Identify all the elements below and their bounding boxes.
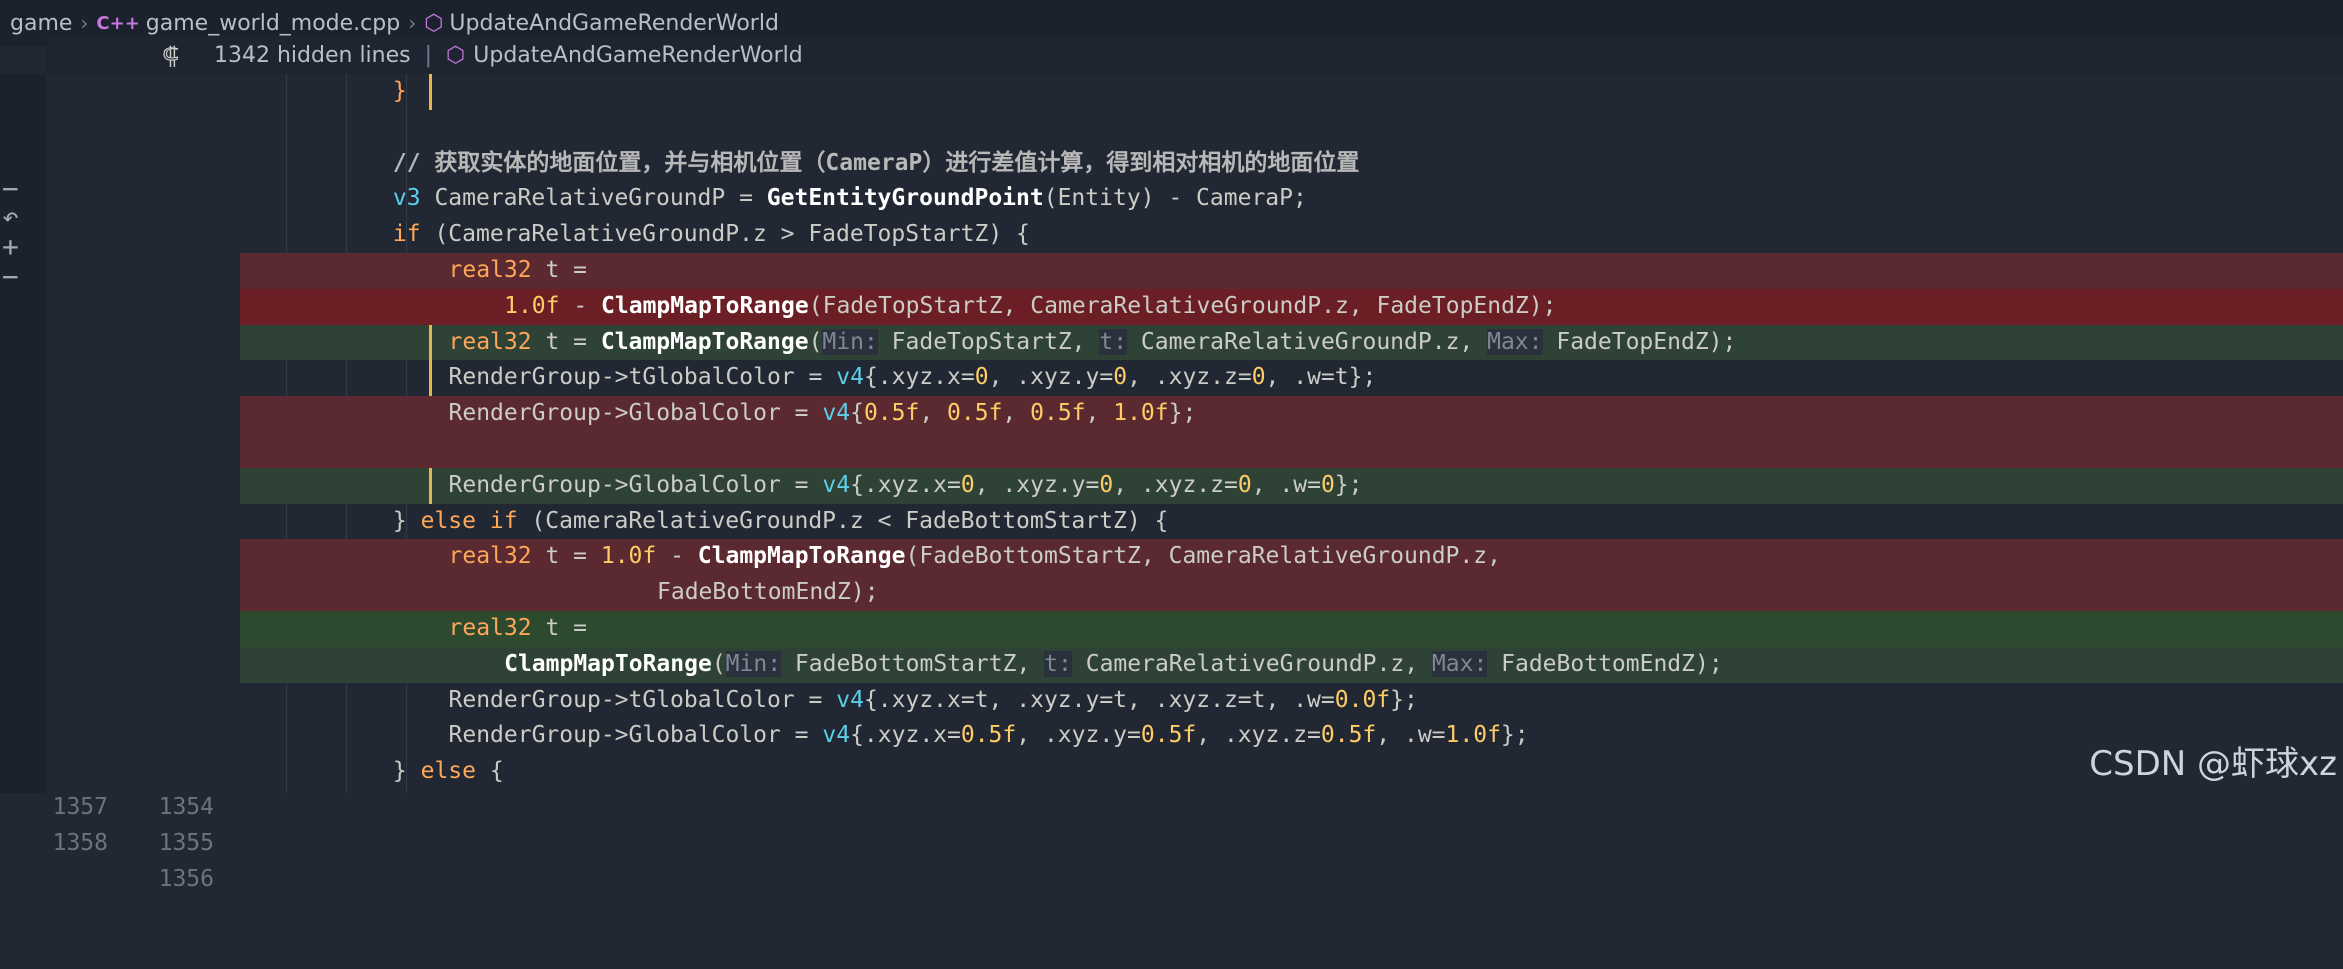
watermark: CSDN @虾球xz (2089, 744, 2337, 784)
code-text: // 获取实体的地面位置，并与相机位置（CameraP）进行差值计算，得到相对相… (392, 149, 1360, 176)
cpp-file-icon: C++ (96, 12, 140, 34)
hidden-separator: | (424, 42, 433, 68)
code-line[interactable]: 1345 1345 // 获取实体的地面位置，并与相机位置（CameraP）进行… (46, 145, 2343, 283)
diff-editor[interactable]: 1343 1343 } 1344 1344 1345 1345 // 获取实体的… (46, 74, 2343, 892)
deleted-line[interactable]: 1348 − real32 t = (46, 252, 2343, 390)
code-text: RenderGroup->tGlobalColor = v4{.xyz.x=t,… (448, 686, 1418, 713)
code-text: real32 t = (448, 256, 587, 283)
code-line[interactable]: 1357 1355 RenderGroup->GlobalColor = v4{… (46, 718, 2343, 856)
code-line[interactable]: 1343 1343 } (46, 74, 2343, 211)
hidden-lines-bar[interactable]: ⸿ 1342 hidden lines | ⬡ UpdateAndGameRen… (46, 36, 2343, 74)
deleted-line[interactable]: 1352 − (46, 431, 2343, 569)
added-line[interactable]: 1353 + ClampMapToRange(Min: FadeBottomSt… (46, 646, 2343, 784)
code-line[interactable]: 1350 1349 RenderGroup->tGlobalColor = v4… (46, 360, 2343, 498)
added-line[interactable]: 1350 + RenderGroup->GlobalColor = v4{.xy… (46, 467, 2343, 605)
code-text: RenderGroup->GlobalColor = v4{.xyz.x=0, … (448, 471, 1363, 498)
deleted-line[interactable]: 1355 − FadeBottomEndZ); (46, 575, 2343, 713)
code-text: 1.0f - ClampMapToRange(FadeTopStartZ, Ca… (504, 292, 1557, 319)
code-line[interactable]: 1346 1346 v3 CameraRelativeGroundP = Get… (46, 181, 2343, 319)
deleted-line[interactable]: 1351 − RenderGroup->GlobalColor = v4{0.5… (46, 396, 2343, 534)
code-text: v3 CameraRelativeGroundP = GetEntityGrou… (392, 185, 1307, 212)
breadcrumb-folder[interactable]: game (10, 11, 72, 36)
code-line[interactable]: 1356 1354 RenderGroup->tGlobalColor = v4… (46, 682, 2343, 820)
added-line[interactable]: 1348 + real32 t = ClampMapToRange(Min: F… (46, 324, 2343, 462)
code-text: } else if (CameraRelativeGroundP.z < Fad… (392, 507, 1169, 534)
code-line[interactable]: 1353 1351 } else if (CameraRelativeGroun… (46, 503, 2343, 641)
code-text: RenderGroup->tGlobalColor = v4{.xyz.x=0,… (448, 364, 1377, 391)
deleted-line[interactable]: 1349 − 1.0f - ClampMapToRange(FadeTopSta… (46, 288, 2343, 426)
hidden-symbol[interactable]: UpdateAndGameRenderWorld (473, 43, 803, 68)
code-line[interactable]: 1347 1347 if (CameraRelativeGroundP.z > … (46, 217, 2343, 355)
unfold-icon[interactable]: ⸿ (162, 39, 214, 72)
symbol-method-icon: ⬡ (424, 10, 444, 36)
line-number-new: 1356 (158, 865, 214, 892)
line-number-new: 1355 (158, 829, 214, 856)
code-line[interactable]: 1344 1344 (46, 109, 2343, 247)
hidden-lines-count[interactable]: 1342 hidden lines (214, 43, 411, 68)
code-line[interactable]: 1358 1356 } else { (46, 754, 2343, 892)
line-number-new: 1354 (158, 793, 214, 820)
code-text: } else { (392, 758, 504, 785)
plus-icon[interactable]: + (2, 230, 19, 263)
chevron-right-icon: › (80, 11, 89, 35)
code-text: RenderGroup->GlobalColor = v4{0.5f, 0.5f… (448, 400, 1197, 427)
chevron-right-icon: › (408, 11, 417, 35)
diff-actions-strip: − ↶ + − (0, 74, 46, 793)
code-text: real32 t = (448, 614, 587, 641)
added-line[interactable]: 1352 + real32 t = (46, 610, 2343, 748)
dash-icon: − (2, 260, 19, 293)
code-text: FadeBottomEndZ); (657, 579, 879, 606)
code-text: } (392, 78, 407, 104)
symbol-method-icon: ⬡ (446, 42, 466, 68)
deleted-line[interactable]: 1354 💡 real32 t = 1.0f - ClampMapToRange… (46, 539, 2343, 677)
code-text: ClampMapToRange(Min: FadeBottomStartZ, t… (504, 650, 1723, 677)
line-number-old: 1358 (52, 829, 108, 856)
code-text: real32 t = ClampMapToRange(Min: FadeTopS… (448, 328, 1737, 355)
breadcrumb-file[interactable]: game_world_mode.cpp (146, 11, 400, 36)
code-text: real32 t = 1.0f - ClampMapToRange(FadeBo… (448, 543, 1501, 570)
code-text: if (CameraRelativeGroundP.z > FadeTopSta… (392, 221, 1030, 248)
code-text: RenderGroup->GlobalColor = v4{.xyz.x=0.5… (448, 722, 1529, 749)
breadcrumb-symbol[interactable]: UpdateAndGameRenderWorld (449, 11, 779, 36)
revert-icon[interactable]: ↶ (2, 200, 19, 233)
